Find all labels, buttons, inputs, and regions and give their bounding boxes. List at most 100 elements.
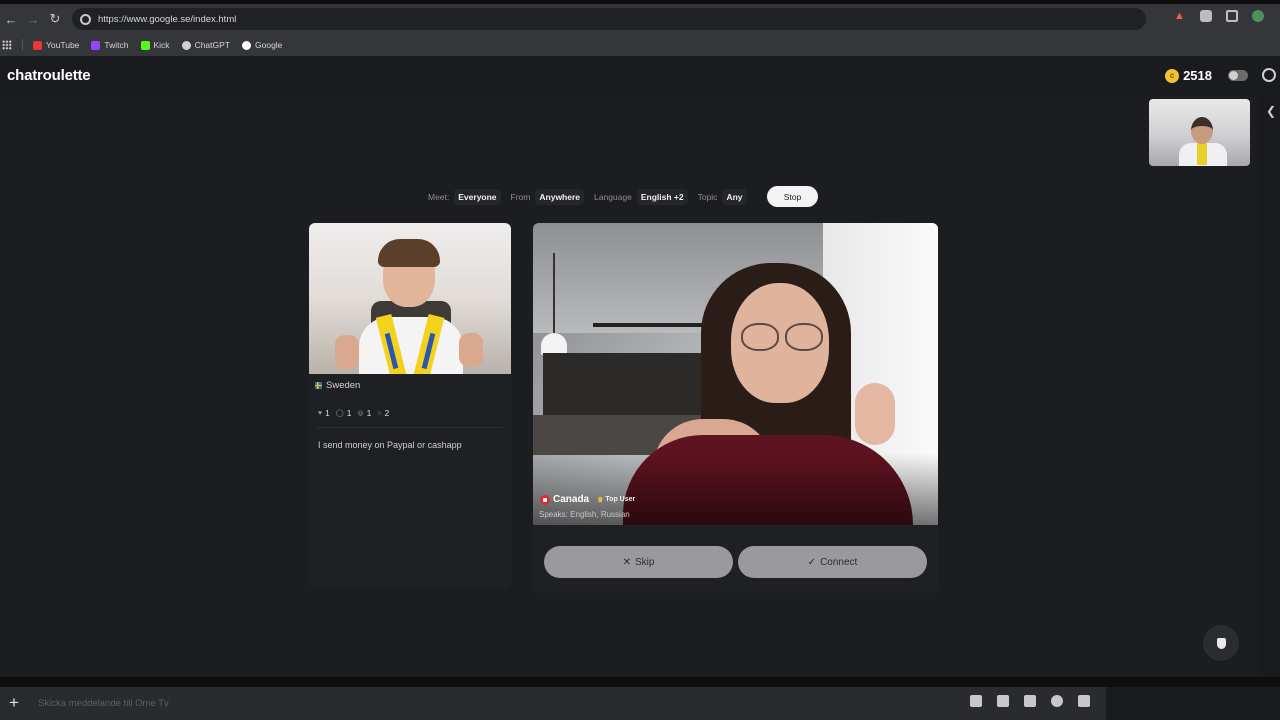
partner-profile-card: Sweden ♥ 1 ◯ 1 ◎ 1 ○ 2 I send money on Paypa… bbox=[309, 223, 511, 589]
bookmark-label: ChatGPT bbox=[194, 40, 230, 50]
video-glasses bbox=[741, 323, 823, 351]
bookmark-chatgpt[interactable]: ChatGPT bbox=[181, 40, 230, 50]
bookmark-label: Kick bbox=[153, 40, 170, 50]
profile-avatar-icon[interactable] bbox=[1252, 10, 1264, 22]
chat-icon: ○ bbox=[377, 409, 382, 417]
kick-icon bbox=[140, 40, 150, 50]
twitch-icon bbox=[91, 40, 101, 50]
connect-button[interactable]: ✓ Connect bbox=[738, 546, 927, 578]
video-lamp bbox=[541, 333, 567, 355]
back-arrow-icon[interactable]: ← bbox=[0, 8, 22, 30]
country-name: Sweden bbox=[326, 380, 361, 391]
self-camera-preview[interactable] bbox=[1149, 99, 1250, 166]
match-filters: Meet: Everyone From Anywhere Language En… bbox=[428, 187, 757, 207]
partner-video-feed bbox=[533, 223, 938, 525]
gift-icon[interactable] bbox=[970, 695, 982, 707]
meet-filter[interactable]: Everyone bbox=[454, 189, 501, 205]
fire-extension-icon[interactable]: ▲ bbox=[1174, 10, 1186, 22]
check-icon: ✓ bbox=[807, 556, 817, 568]
stat-value: 1 bbox=[325, 408, 330, 418]
heart-icon: ♥ bbox=[318, 409, 323, 417]
language-label: Language bbox=[594, 192, 632, 202]
like-icon: ◯ bbox=[335, 410, 344, 417]
chat-divider bbox=[0, 677, 1280, 687]
topic-label: Topic bbox=[697, 192, 718, 202]
chatgpt-icon bbox=[181, 40, 191, 50]
photo-thumb bbox=[335, 335, 359, 369]
plus-icon[interactable]: + bbox=[9, 693, 19, 713]
stat-value: 1 bbox=[366, 408, 372, 418]
self-scarf bbox=[1197, 143, 1207, 165]
bookmark-google[interactable]: Google bbox=[242, 40, 282, 50]
stop-button[interactable]: Stop bbox=[767, 186, 818, 207]
coin-balance[interactable]: c 2518 bbox=[1165, 68, 1212, 83]
stat-value: 2 bbox=[384, 408, 390, 418]
stat-hearts: ♥ 1 bbox=[318, 408, 330, 418]
profile-bio: I send money on Paypal or cashapp bbox=[318, 440, 462, 450]
bookmarks-bar: YouTube Twitch Kick ChatGPT Google bbox=[0, 34, 1280, 56]
card-divider bbox=[317, 427, 503, 428]
stat-chats: ○ 2 bbox=[377, 408, 389, 418]
extensions-area: ▲ bbox=[1174, 10, 1264, 22]
youtube-icon bbox=[33, 40, 42, 50]
bookmark-label: Twitch bbox=[104, 40, 129, 50]
meet-label: Meet: bbox=[428, 192, 450, 202]
chat-bar: + bbox=[0, 687, 1280, 720]
emoji-icon[interactable] bbox=[1051, 695, 1063, 707]
profile-country: Sweden bbox=[315, 380, 360, 391]
language-filter[interactable]: English +2 bbox=[636, 189, 688, 205]
stat-value: 1 bbox=[346, 408, 352, 418]
bookmark-youtube[interactable]: YouTube bbox=[33, 40, 79, 50]
bookmark-twitch[interactable]: Twitch bbox=[91, 40, 129, 50]
crown-icon: ♛ bbox=[597, 496, 604, 504]
from-filter[interactable]: Anywhere bbox=[535, 189, 585, 205]
apps-grid-icon[interactable] bbox=[2, 40, 12, 50]
partner-country-name: Canada bbox=[553, 494, 590, 505]
apps-icon[interactable] bbox=[1078, 695, 1090, 707]
from-label: From bbox=[510, 192, 531, 202]
puzzle-icon[interactable] bbox=[1226, 10, 1238, 22]
extension-icon[interactable] bbox=[1200, 10, 1212, 22]
connect-label: Connect bbox=[820, 556, 858, 568]
chevron-left-icon[interactable]: ❮ bbox=[1266, 104, 1276, 118]
topic-filter[interactable]: Any bbox=[722, 189, 747, 205]
side-panel-rail bbox=[1258, 94, 1280, 677]
reload-icon[interactable]: ↻ bbox=[44, 8, 66, 30]
bookmark-label: Google bbox=[255, 40, 283, 50]
profile-stats: ♥ 1 ◯ 1 ◎ 1 ○ 2 bbox=[318, 408, 389, 418]
theme-toggle[interactable] bbox=[1228, 70, 1248, 81]
top-user-badge: ♛ Top User bbox=[597, 496, 635, 504]
chat-right-panel bbox=[1106, 687, 1280, 720]
close-icon: ✕ bbox=[622, 556, 631, 568]
skip-label: Skip bbox=[634, 556, 655, 568]
photo-hair bbox=[378, 239, 440, 267]
url-text: https://www.google.se/index.html bbox=[98, 13, 237, 25]
stat-likes: ◯ 1 bbox=[336, 408, 352, 418]
google-icon bbox=[242, 40, 251, 50]
bookmark-kick[interactable]: Kick bbox=[140, 40, 170, 50]
video-hand bbox=[855, 383, 895, 445]
self-head bbox=[1191, 117, 1213, 144]
chat-message-input[interactable] bbox=[38, 693, 938, 713]
skip-button[interactable]: ✕ Skip bbox=[544, 546, 733, 578]
site-header: chatroulette c 2518 bbox=[0, 56, 1280, 94]
coin-count: 2518 bbox=[1183, 68, 1212, 83]
eye-icon: ◎ bbox=[357, 410, 364, 417]
address-bar[interactable]: https://www.google.se/index.html bbox=[72, 8, 1146, 30]
chat-tools bbox=[970, 695, 1090, 707]
safety-button[interactable] bbox=[1203, 625, 1239, 661]
video-lamp-cable bbox=[553, 253, 555, 335]
gif-icon[interactable] bbox=[997, 695, 1009, 707]
site-info-icon[interactable] bbox=[80, 13, 91, 25]
coin-icon: c bbox=[1165, 68, 1180, 83]
forward-arrow-icon[interactable]: → bbox=[22, 8, 44, 30]
stat-views: ◎ 1 bbox=[357, 408, 371, 418]
shield-icon bbox=[1216, 637, 1226, 649]
profile-photo bbox=[309, 223, 511, 374]
sticker-icon[interactable] bbox=[1024, 695, 1036, 707]
photo-body bbox=[359, 317, 463, 374]
user-profile-icon[interactable] bbox=[1262, 68, 1276, 82]
site-logo[interactable]: chatroulette bbox=[7, 67, 91, 84]
canada-flag-icon bbox=[540, 494, 550, 505]
bookmark-label: YouTube bbox=[46, 40, 80, 50]
